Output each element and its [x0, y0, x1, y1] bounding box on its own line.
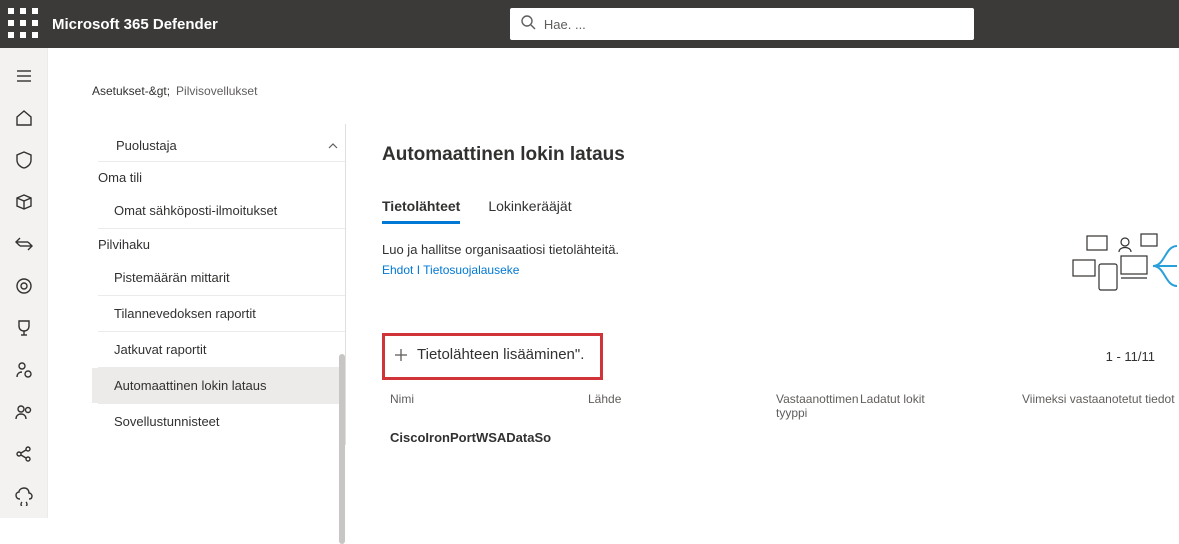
- nav-score-metrics[interactable]: Pistemäärän mittarit: [92, 260, 345, 295]
- col-receiver-type[interactable]: Vastaanottimen tyyppi: [776, 392, 860, 420]
- person-gear-icon[interactable]: [4, 352, 44, 388]
- settings-nav: Puolustaja Oma tili Omat sähköposti-ilmo…: [92, 124, 346, 445]
- breadcrumb: Asetukset-&gt; Pilvisovellukset: [92, 84, 1179, 98]
- legal-links: Ehdot I Tietosuojalauseke: [382, 263, 1179, 277]
- add-data-source-label: Tietolähteen lisääminen".: [417, 346, 584, 363]
- nav-group-cloud-discovery[interactable]: Pilvihaku: [92, 229, 345, 260]
- shield-icon[interactable]: [4, 142, 44, 178]
- nav-group-account[interactable]: Oma tili: [92, 162, 345, 193]
- col-last-received[interactable]: Viimeksi vastaanotetut tiedot: [1022, 392, 1179, 420]
- target-icon[interactable]: [4, 268, 44, 304]
- table-header: Nimi Lähde Vastaanottimen tyyppi Ladatut…: [382, 392, 1179, 420]
- nav-continuous-reports[interactable]: Jatkuvat raportit: [92, 332, 345, 367]
- pagination-label: 1 - 11/11: [1106, 349, 1155, 364]
- tab-log-collectors[interactable]: Lokinkerääjät: [488, 192, 571, 224]
- app-title: Microsoft 365 Defender: [52, 16, 218, 33]
- privacy-link[interactable]: Tietosuojalauseke: [423, 263, 519, 277]
- row-name: CiscoIronPortWSADataSo: [390, 430, 588, 445]
- link-sep: I: [413, 263, 423, 277]
- tab-data-sources[interactable]: Tietolähteet: [382, 192, 460, 224]
- terms-link[interactable]: Ehdot: [382, 263, 413, 277]
- search-input[interactable]: [544, 17, 964, 32]
- cloud-sync-icon[interactable]: [4, 478, 44, 514]
- col-uploaded-logs[interactable]: Ladatut lokit: [860, 392, 1022, 420]
- col-name[interactable]: Nimi: [390, 392, 588, 420]
- share-nodes-icon[interactable]: [4, 436, 44, 472]
- trophy-icon[interactable]: [4, 310, 44, 346]
- people-icon[interactable]: [4, 394, 44, 430]
- breadcrumb-current: Pilvisovellukset: [176, 84, 257, 98]
- col-source[interactable]: Lähde: [588, 392, 776, 420]
- waffle-icon[interactable]: [8, 8, 40, 40]
- nav-snapshot-reports[interactable]: Tilannevedoksen raportit: [92, 296, 345, 331]
- page-title: Automaattinen lokin lataus: [382, 144, 1179, 166]
- plus-icon: [393, 347, 409, 363]
- add-data-source-button[interactable]: Tietolähteen lisääminen".: [382, 333, 603, 380]
- search-icon: [520, 14, 536, 35]
- search-box[interactable]: [510, 8, 974, 40]
- description-text: Luo ja hallitse organisaatiosi tietoläht…: [382, 242, 1179, 257]
- exchange-icon[interactable]: [4, 226, 44, 262]
- nav-auto-log-upload[interactable]: Automaattinen lokin lataus: [92, 368, 345, 403]
- chevron-up-icon: [327, 140, 339, 152]
- nav-toggle-icon[interactable]: [4, 58, 44, 94]
- breadcrumb-parent[interactable]: Asetukset-&gt;: [92, 84, 170, 98]
- table-row[interactable]: CiscoIronPortWSADataSo: [382, 430, 1179, 445]
- home-icon[interactable]: [4, 100, 44, 136]
- nav-app-tags[interactable]: Sovellustunnisteet: [92, 404, 345, 439]
- nav-email-notifications[interactable]: Omat sähköposti-ilmoitukset: [92, 193, 345, 228]
- nav-defender[interactable]: Puolustaja: [92, 130, 345, 161]
- scrollbar-thumb[interactable]: [339, 354, 345, 544]
- tabs: Tietolähteet Lokinkerääjät: [382, 192, 1179, 224]
- nav-defender-label: Puolustaja: [116, 138, 177, 153]
- package-icon[interactable]: [4, 184, 44, 220]
- devices-illustration-icon: [1069, 226, 1179, 306]
